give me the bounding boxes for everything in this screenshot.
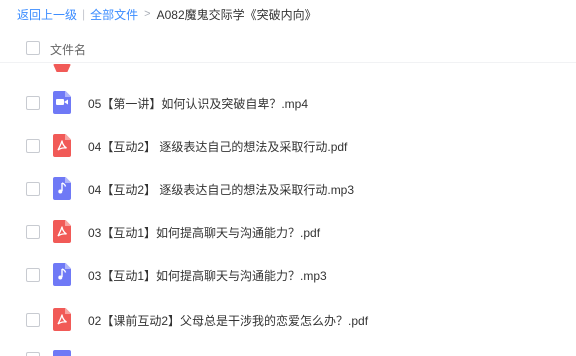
pdf-file-icon: [53, 134, 71, 157]
pdf-file-icon: [53, 308, 71, 331]
select-all-checkbox[interactable]: [26, 41, 40, 55]
pdf-file-icon: [53, 64, 71, 72]
filename-column-header[interactable]: 文件名: [50, 41, 86, 58]
file-name[interactable]: 04【互动2】 逐级表达自己的想法及采取行动.mp3: [88, 181, 354, 198]
back-link[interactable]: 返回上一级: [17, 6, 77, 23]
file-row[interactable]: 03【互动1】如何提高聊天与沟通能力？.mp3: [0, 254, 576, 296]
file-row[interactable]: 05【第一讲】如何认识及突破自卑？.mp4: [0, 82, 576, 124]
file-name[interactable]: 05【第一讲】如何认识及突破自卑？.mp4: [88, 95, 308, 112]
video-file-icon: [53, 91, 71, 114]
current-folder: A082魔鬼交际学《突破内向》: [156, 7, 317, 22]
row-checkbox[interactable]: [26, 96, 40, 110]
row-checkbox[interactable]: [26, 139, 40, 153]
audio-file-icon: [53, 177, 71, 200]
file-name[interactable]: 03【互动1】如何提高聊天与沟通能力？.mp3: [88, 267, 327, 284]
breadcrumb-arrow-icon: >: [144, 8, 151, 20]
row-checkbox[interactable]: [26, 352, 40, 356]
file-name[interactable]: 02【课前互动2】父母总是干涉我的恋爱怎么办？.pdf: [88, 312, 368, 329]
file-row[interactable]: 03【互动1】如何提高聊天与沟通能力？.pdf: [0, 211, 576, 253]
breadcrumb-separator: |: [82, 7, 86, 21]
file-list-header: 文件名: [0, 33, 576, 63]
row-checkbox[interactable]: [26, 225, 40, 239]
audio-file-icon: [53, 350, 71, 356]
all-files-link[interactable]: 全部文件: [90, 6, 138, 23]
row-checkbox[interactable]: [26, 268, 40, 282]
file-name[interactable]: 04【互动2】 逐级表达自己的想法及采取行动.pdf: [88, 138, 347, 155]
row-checkbox[interactable]: [26, 313, 40, 327]
file-row[interactable]: 04【互动2】 逐级表达自己的想法及采取行动.mp3: [0, 168, 576, 210]
breadcrumb: 返回上一级 | 全部文件 > A082魔鬼交际学《突破内向》: [17, 6, 317, 22]
file-name[interactable]: 03【互动1】如何提高聊天与沟通能力？.pdf: [88, 224, 320, 241]
file-row[interactable]: 04【互动2】 逐级表达自己的想法及采取行动.pdf: [0, 125, 576, 167]
row-checkbox[interactable]: [26, 182, 40, 196]
file-row[interactable]: 02【课前互动2】父母总是干涉我的恋爱怎么办？.pdf: [0, 299, 576, 341]
pdf-file-icon: [53, 220, 71, 243]
audio-file-icon: [53, 263, 71, 286]
